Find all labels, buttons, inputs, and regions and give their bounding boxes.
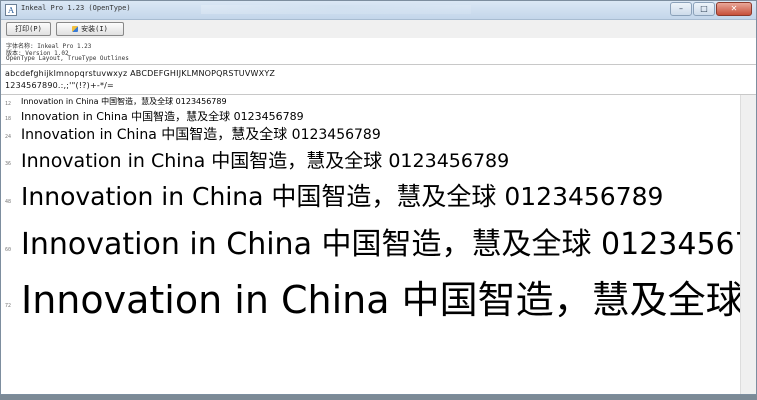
- sample-text: Innovation in China 中国智造，慧及全球 0123456789: [21, 127, 381, 143]
- font-type-line: OpenType Layout, TrueType Outlines: [6, 55, 129, 62]
- maximize-icon: □: [700, 4, 708, 13]
- install-button[interactable]: 安装(I): [56, 22, 124, 36]
- sample-row: 24 Innovation in China 中国智造，慧及全球 0123456…: [1, 126, 742, 146]
- sample-row: 60 Innovation in China 中国智造，慧及全球 0123456…: [1, 225, 742, 269]
- sample-size-label: 72: [5, 303, 12, 309]
- sample-row: 36 Innovation in China 中国智造，慧及全球 0123456…: [1, 149, 742, 177]
- sample-row: 72 Innovation in China 中国智造，慧及全球 0123456…: [1, 275, 742, 331]
- window-title: Inkeal Pro 1.23 (OpenType): [21, 4, 131, 12]
- sample-size-label: 36: [5, 161, 12, 167]
- sample-size-label: 12: [5, 101, 12, 107]
- sample-row: 18 Innovation in China 中国智造，慧及全球 0123456…: [1, 110, 742, 127]
- font-sample-list: 12 Innovation in China 中国智造，慧及全球 0123456…: [1, 95, 742, 394]
- sample-text: Innovation in China 中国智造，慧及全球 0123456789: [21, 278, 742, 322]
- character-set-panel: abcdefghijklmnopqrstuvwxyz ABCDEFGHIJKLM…: [1, 65, 756, 95]
- alphabet-line: abcdefghijklmnopqrstuvwxyz ABCDEFGHIJKLM…: [5, 69, 276, 78]
- sample-text: Innovation in China 中国智造，慧及全球 0123456789: [21, 110, 304, 123]
- print-label: 打印(P): [15, 25, 42, 33]
- shield-icon: [72, 26, 79, 32]
- digits-symbols-line: 1234567890.:,;'"(!?)+-*/=: [5, 81, 114, 90]
- toolbar: 打印(P) 安装(I): [1, 20, 756, 38]
- vertical-scrollbar[interactable]: [740, 95, 756, 394]
- sample-text: Innovation in China 中国智造，慧及全球 0123456789: [21, 150, 510, 172]
- sample-size-label: 24: [5, 134, 12, 140]
- close-button[interactable]: ✕: [716, 2, 752, 16]
- sample-text: Innovation in China 中国智造，慧及全球 0123456789: [21, 227, 742, 262]
- minimize-button[interactable]: –: [670, 2, 692, 16]
- sample-row: 12 Innovation in China 中国智造，慧及全球 0123456…: [1, 97, 742, 109]
- sample-size-label: 48: [5, 199, 12, 205]
- maximize-button[interactable]: □: [693, 2, 715, 16]
- title-bar-glass-blur: [201, 5, 471, 14]
- minimize-icon: –: [679, 4, 683, 13]
- print-button[interactable]: 打印(P): [6, 22, 51, 36]
- install-label: 安装(I): [81, 25, 108, 33]
- close-icon: ✕: [730, 4, 738, 13]
- font-info-panel: 字体名称: Inkeal Pro 1.23 版本: Version 1.02 O…: [1, 39, 756, 65]
- sample-size-label: 18: [5, 116, 12, 122]
- svg-text:A: A: [7, 6, 14, 15]
- sample-row: 48 Innovation in China 中国智造，慧及全球 0123456…: [1, 181, 742, 217]
- font-viewer-window: A Inkeal Pro 1.23 (OpenType) – □ ✕ 打印(P)…: [0, 0, 757, 395]
- title-bar[interactable]: A Inkeal Pro 1.23 (OpenType) – □ ✕: [1, 1, 756, 20]
- sample-size-label: 60: [5, 247, 12, 253]
- sample-text: Innovation in China 中国智造，慧及全球 0123456789: [21, 182, 664, 211]
- window-controls: – □ ✕: [670, 2, 752, 16]
- font-app-icon: A: [5, 4, 17, 16]
- sample-text: Innovation in China 中国智造，慧及全球 0123456789: [21, 97, 227, 106]
